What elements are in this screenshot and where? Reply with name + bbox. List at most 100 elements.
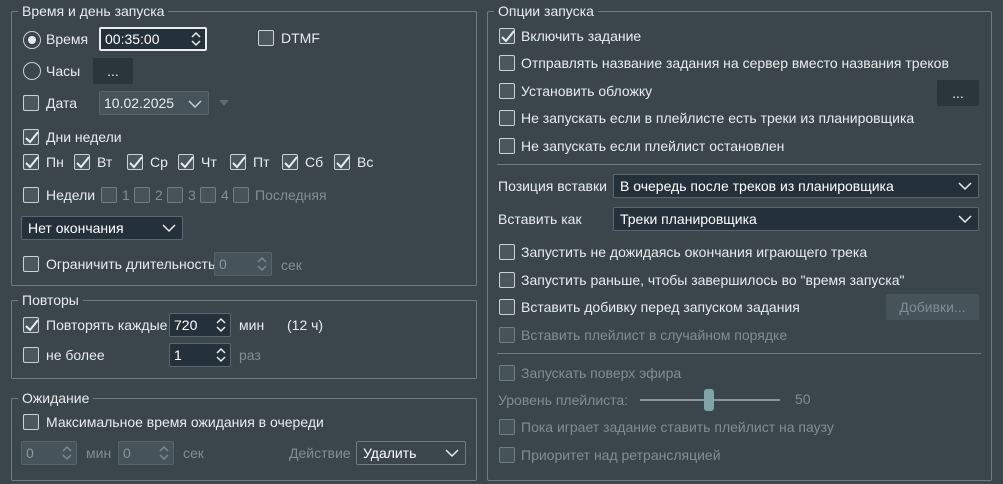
- dtmf-label[interactable]: DTMF: [281, 29, 320, 47]
- over-air-checkbox[interactable]: [499, 365, 515, 381]
- no-wait-label[interactable]: Запустить не дожидаясь окончания играюще…: [521, 243, 867, 261]
- playlist-level-value: 50: [795, 391, 811, 407]
- spinner-icon[interactable]: [214, 315, 228, 335]
- week-label-3: 3: [188, 187, 196, 203]
- no-launch-stopped-checkbox[interactable]: [499, 138, 515, 154]
- spinner-icon[interactable]: [60, 443, 74, 463]
- wait-seconds-input[interactable]: 0: [118, 441, 174, 465]
- day-label-tue[interactable]: Вт: [97, 153, 112, 171]
- max-wait-checkbox[interactable]: [23, 414, 39, 430]
- day-checkbox-tue[interactable]: [74, 154, 90, 170]
- insert-as-label: Вставить как: [498, 211, 582, 227]
- action-select[interactable]: Удалить: [356, 441, 466, 465]
- dtmf-checkbox[interactable]: [258, 30, 274, 46]
- day-label-thu[interactable]: Чт: [201, 153, 217, 171]
- week-checkbox-4[interactable]: [200, 187, 216, 203]
- day-checkbox-sun[interactable]: [334, 154, 350, 170]
- insert-position-select[interactable]: В очередь после треков из планировщика: [613, 174, 979, 198]
- weekdays-checkbox[interactable]: [23, 129, 39, 145]
- max-repeat-checkbox[interactable]: [23, 347, 39, 363]
- wait-minutes-input[interactable]: 0: [21, 441, 77, 465]
- weekdays-label[interactable]: Дни недели: [46, 128, 122, 146]
- insert-filler-label[interactable]: Вставить добивку перед запуском задания: [521, 298, 800, 316]
- limit-duration-checkbox[interactable]: [23, 256, 39, 272]
- week-checkbox-last[interactable]: [233, 187, 249, 203]
- insert-as-select[interactable]: Треки планировщика: [613, 207, 979, 231]
- week-checkbox-2[interactable]: [134, 187, 150, 203]
- day-label-sat[interactable]: Сб: [305, 153, 323, 171]
- day-label-wed[interactable]: Ср: [150, 153, 168, 171]
- week-label-last: Последняя: [255, 187, 327, 203]
- limit-duration-label[interactable]: Ограничить длительность: [46, 255, 215, 273]
- date-checkbox[interactable]: [23, 95, 39, 111]
- end-option-select[interactable]: Нет окончания: [21, 216, 183, 240]
- launch-earlier-label[interactable]: Запустить раньше, чтобы завершилось во "…: [521, 271, 904, 289]
- day-label-mon[interactable]: Пн: [46, 153, 64, 171]
- end-option-value: Нет окончания: [28, 220, 124, 236]
- playlist-level-handle[interactable]: [704, 389, 714, 411]
- weeks-label[interactable]: Недели: [46, 186, 95, 204]
- day-checkbox-wed[interactable]: [127, 154, 143, 170]
- over-air-label[interactable]: Запускать поверх эфира: [521, 364, 681, 382]
- spinner-icon[interactable]: [157, 443, 171, 463]
- day-checkbox-fri[interactable]: [230, 154, 246, 170]
- no-wait-checkbox[interactable]: [499, 244, 515, 260]
- send-name-label[interactable]: Отправлять название задания на сервер вм…: [521, 54, 949, 72]
- week-label-2: 2: [155, 187, 163, 203]
- pause-playlist-checkbox[interactable]: [499, 419, 515, 435]
- enable-task-label[interactable]: Включить задание: [521, 27, 641, 45]
- random-order-label[interactable]: Вставить плейлист в случайном порядке: [521, 326, 787, 344]
- time-spinner-icon[interactable]: [189, 29, 203, 49]
- limit-duration-input[interactable]: 0: [214, 252, 272, 276]
- cover-browse-button[interactable]: ...: [937, 80, 979, 106]
- clock-button[interactable]: ...: [93, 58, 133, 84]
- weeks-checkbox[interactable]: [23, 187, 39, 203]
- max-repeat-input[interactable]: 1: [169, 343, 231, 367]
- set-cover-checkbox[interactable]: [499, 83, 515, 99]
- set-cover-label[interactable]: Установить обложку: [521, 82, 652, 100]
- clock-radio[interactable]: [23, 62, 41, 80]
- max-repeat-label[interactable]: не более: [46, 346, 105, 364]
- clock-label[interactable]: Часы: [46, 62, 80, 80]
- day-label-fri[interactable]: Пт: [253, 153, 269, 171]
- fillers-button[interactable]: Добивки...: [886, 294, 979, 320]
- chevron-down-icon: [162, 224, 176, 233]
- week-checkbox-3[interactable]: [167, 187, 183, 203]
- spinner-icon[interactable]: [255, 254, 269, 274]
- priority-label[interactable]: Приоритет над ретрансляцией: [521, 446, 721, 464]
- random-order-checkbox[interactable]: [499, 327, 515, 343]
- pause-playlist-label[interactable]: Пока играет задание ставить плейлист на …: [521, 418, 834, 436]
- day-label-sun[interactable]: Вс: [357, 153, 373, 171]
- date-dropdown-arrow-icon[interactable]: [219, 100, 229, 106]
- date-label[interactable]: Дата: [46, 94, 77, 112]
- time-input[interactable]: 00:35:00: [99, 27, 207, 51]
- launch-time-group: Время и день запуска: [11, 2, 477, 286]
- repeat-label[interactable]: Повторять каждые: [46, 316, 167, 334]
- day-checkbox-thu[interactable]: [178, 154, 194, 170]
- repeat-checkbox[interactable]: [23, 317, 39, 333]
- repeat-group: Повторы: [11, 291, 477, 379]
- wait-seconds-value: 0: [123, 445, 131, 461]
- insert-filler-checkbox[interactable]: [499, 299, 515, 315]
- max-wait-label[interactable]: Максимальное время ожидания в очереди: [46, 413, 324, 431]
- chevron-down-icon: [445, 449, 459, 458]
- week-checkbox-1[interactable]: [101, 187, 117, 203]
- limit-duration-value: 0: [219, 256, 227, 272]
- send-name-checkbox[interactable]: [499, 55, 515, 71]
- launch-earlier-checkbox[interactable]: [499, 272, 515, 288]
- spinner-icon[interactable]: [214, 345, 228, 365]
- priority-checkbox[interactable]: [499, 447, 515, 463]
- no-launch-scheduler-checkbox[interactable]: [499, 110, 515, 126]
- day-checkbox-sat[interactable]: [282, 154, 298, 170]
- day-checkbox-mon[interactable]: [23, 154, 39, 170]
- insert-position-value: В очередь после треков из планировщика: [620, 178, 894, 194]
- time-radio[interactable]: [23, 31, 41, 49]
- no-launch-stopped-label[interactable]: Не запускать если плейлист остановлен: [521, 137, 784, 155]
- chevron-down-icon: [188, 100, 202, 109]
- time-label[interactable]: Время: [46, 30, 88, 48]
- no-launch-scheduler-label[interactable]: Не запускать если в плейлисте есть треки…: [521, 109, 914, 127]
- date-field[interactable]: 10.02.2025: [99, 91, 209, 115]
- date-value: 10.02.2025: [104, 95, 175, 111]
- repeat-input[interactable]: 720: [169, 313, 231, 337]
- enable-task-checkbox[interactable]: [499, 28, 515, 44]
